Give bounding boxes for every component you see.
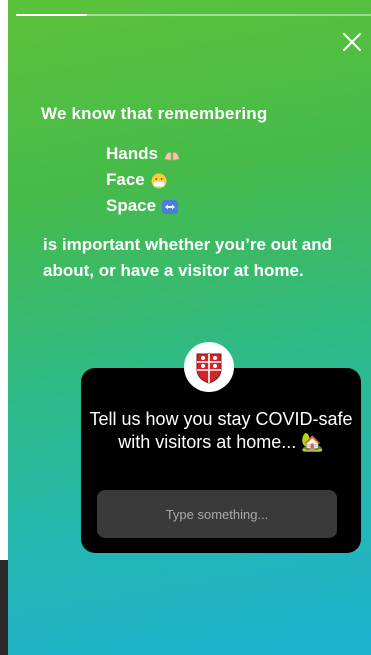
list-item-face: Face bbox=[106, 167, 181, 193]
body-text: is important whether you’re out and abou… bbox=[43, 235, 333, 280]
intro-text: We know that remembering bbox=[41, 104, 268, 123]
question-sticker[interactable]: Tell us how you stay COVID-safe with vis… bbox=[81, 368, 361, 553]
crest-icon bbox=[187, 345, 231, 389]
reminder-list: Hands Face Space bbox=[106, 141, 181, 219]
hands-emoji-icon bbox=[164, 151, 180, 160]
left-edge-dark-strip bbox=[0, 560, 8, 655]
list-item-label: Face bbox=[106, 170, 145, 189]
close-icon bbox=[343, 33, 361, 51]
left-edge-strip bbox=[0, 0, 8, 655]
list-item-label: Space bbox=[106, 196, 157, 215]
question-text: Tell us how you stay COVID-safe with vis… bbox=[89, 409, 353, 452]
left-right-arrow-emoji-icon bbox=[162, 199, 179, 214]
story-progress-fill bbox=[16, 14, 87, 16]
mask-face-emoji-icon bbox=[151, 173, 167, 189]
story-progress-track bbox=[16, 14, 371, 16]
list-item-space: Space bbox=[106, 193, 181, 219]
list-item-label: Hands bbox=[106, 144, 158, 163]
close-button[interactable] bbox=[340, 30, 364, 54]
answer-input[interactable] bbox=[97, 490, 337, 538]
list-item-hands: Hands bbox=[106, 141, 181, 167]
story-frame[interactable]: We know that remembering Hands Face Spac… bbox=[8, 0, 371, 655]
organization-crest-avatar bbox=[186, 344, 232, 390]
